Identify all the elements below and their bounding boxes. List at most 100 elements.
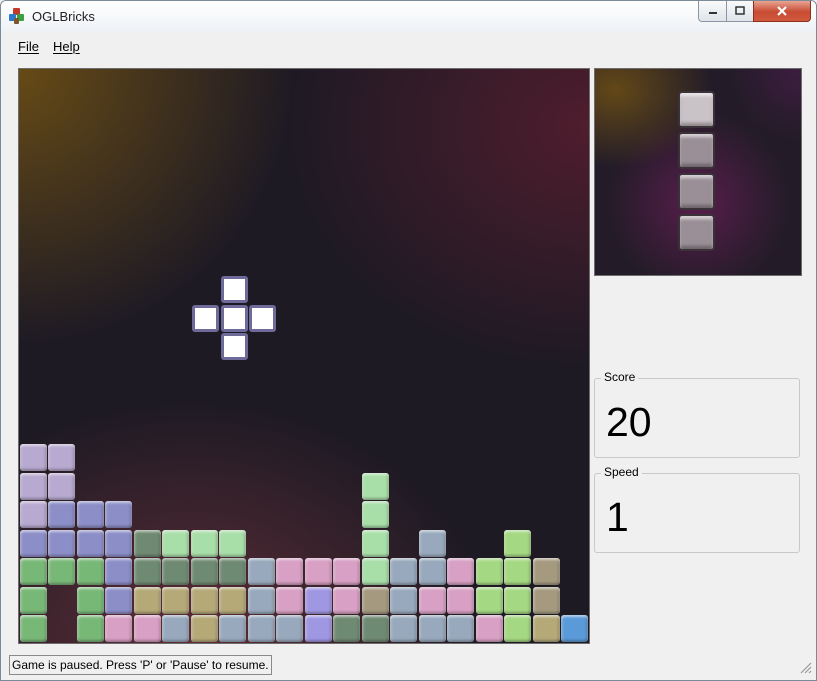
stacked-block bbox=[532, 558, 560, 585]
stacked-block bbox=[19, 558, 47, 585]
stacked-block bbox=[219, 558, 246, 585]
speed-label: Speed bbox=[601, 465, 642, 479]
stacked-block bbox=[19, 444, 47, 471]
stacked-block bbox=[561, 615, 588, 642]
stacked-block bbox=[304, 586, 332, 614]
stacked-block bbox=[276, 586, 303, 614]
stacked-block bbox=[247, 558, 275, 585]
stacked-block bbox=[418, 558, 446, 585]
stacked-block bbox=[76, 615, 104, 642]
falling-block bbox=[220, 304, 248, 332]
stacked-block bbox=[361, 586, 389, 614]
stacked-block bbox=[190, 558, 218, 585]
stacked-block bbox=[190, 586, 218, 614]
stacked-block bbox=[19, 529, 47, 557]
stacked-block bbox=[133, 586, 161, 614]
stacked-block bbox=[504, 615, 531, 642]
speed-value: 1 bbox=[606, 494, 629, 540]
stacked-block bbox=[48, 444, 75, 471]
stacked-block bbox=[48, 558, 75, 585]
stacked-block bbox=[361, 558, 389, 585]
stacked-block bbox=[219, 615, 246, 642]
stacked-block bbox=[532, 586, 560, 614]
minimize-button[interactable] bbox=[698, 1, 727, 22]
stacked-block bbox=[504, 558, 531, 585]
stacked-block bbox=[447, 586, 474, 614]
falling-block bbox=[249, 304, 276, 332]
stacked-block bbox=[190, 529, 218, 557]
window-title: OGLBricks bbox=[32, 9, 95, 24]
stacked-block bbox=[76, 586, 104, 614]
score-label: Score bbox=[601, 370, 639, 384]
stacked-block bbox=[304, 558, 332, 585]
stacked-block bbox=[162, 615, 189, 642]
stacked-block bbox=[447, 615, 474, 642]
next-piece-block bbox=[678, 91, 715, 128]
stacked-block bbox=[19, 501, 47, 528]
menu-bar: File Help bbox=[1, 34, 816, 58]
stacked-block bbox=[162, 558, 189, 585]
stacked-block bbox=[361, 501, 389, 528]
stacked-block bbox=[133, 615, 161, 642]
stacked-block bbox=[19, 472, 47, 500]
stacked-block bbox=[504, 529, 531, 557]
minimize-icon bbox=[708, 12, 717, 14]
stacked-block bbox=[475, 586, 503, 614]
menu-file[interactable]: File bbox=[18, 39, 39, 54]
stacked-block bbox=[504, 586, 531, 614]
close-icon bbox=[777, 6, 787, 16]
falling-block bbox=[220, 333, 248, 360]
stacked-block bbox=[333, 615, 360, 642]
falling-block bbox=[192, 304, 219, 332]
stacked-block bbox=[247, 615, 275, 642]
next-piece-preview bbox=[594, 68, 802, 276]
stacked-block bbox=[162, 529, 189, 557]
app-window: OGLBricks File Help Score 20 Speed 1 Gam… bbox=[0, 0, 817, 681]
maximize-icon bbox=[735, 6, 745, 15]
score-group: Score 20 bbox=[594, 370, 800, 458]
stacked-block bbox=[219, 586, 246, 614]
stacked-block bbox=[48, 529, 75, 557]
stacked-block bbox=[361, 615, 389, 642]
game-board[interactable] bbox=[18, 68, 590, 644]
menu-help[interactable]: Help bbox=[53, 39, 80, 54]
stacked-block bbox=[48, 501, 75, 528]
stacked-block bbox=[105, 558, 132, 585]
stacked-block bbox=[475, 615, 503, 642]
maximize-button[interactable] bbox=[726, 1, 754, 22]
stacked-block bbox=[133, 529, 161, 557]
speed-group: Speed 1 bbox=[594, 465, 800, 553]
stacked-block bbox=[276, 558, 303, 585]
stacked-block bbox=[418, 529, 446, 557]
stacked-block bbox=[390, 558, 417, 585]
stacked-block bbox=[390, 615, 417, 642]
stacked-block bbox=[133, 558, 161, 585]
stacked-block bbox=[76, 529, 104, 557]
stacked-block bbox=[361, 529, 389, 557]
stacked-block bbox=[76, 501, 104, 528]
stacked-block bbox=[105, 501, 132, 528]
stacked-block bbox=[190, 615, 218, 642]
stacked-block bbox=[219, 529, 246, 557]
title-bar[interactable]: OGLBricks bbox=[1, 1, 816, 32]
stacked-block bbox=[418, 615, 446, 642]
stacked-block bbox=[532, 615, 560, 642]
stacked-block bbox=[247, 586, 275, 614]
stacked-block bbox=[333, 558, 360, 585]
stacked-block bbox=[390, 586, 417, 614]
stacked-block bbox=[475, 558, 503, 585]
resize-grip-icon[interactable] bbox=[798, 660, 812, 674]
status-bar: Game is paused. Press 'P' or 'Pause' to … bbox=[9, 655, 272, 675]
falling-block bbox=[220, 276, 248, 303]
stacked-block bbox=[276, 615, 303, 642]
stacked-block bbox=[418, 586, 446, 614]
app-logo-icon bbox=[9, 8, 24, 24]
next-piece-block bbox=[678, 173, 715, 210]
stacked-block bbox=[48, 472, 75, 500]
score-value: 20 bbox=[606, 399, 652, 445]
stacked-block bbox=[333, 586, 360, 614]
next-piece-block bbox=[678, 132, 715, 169]
close-button[interactable] bbox=[753, 1, 811, 22]
stacked-block bbox=[361, 472, 389, 500]
stacked-block bbox=[105, 615, 132, 642]
